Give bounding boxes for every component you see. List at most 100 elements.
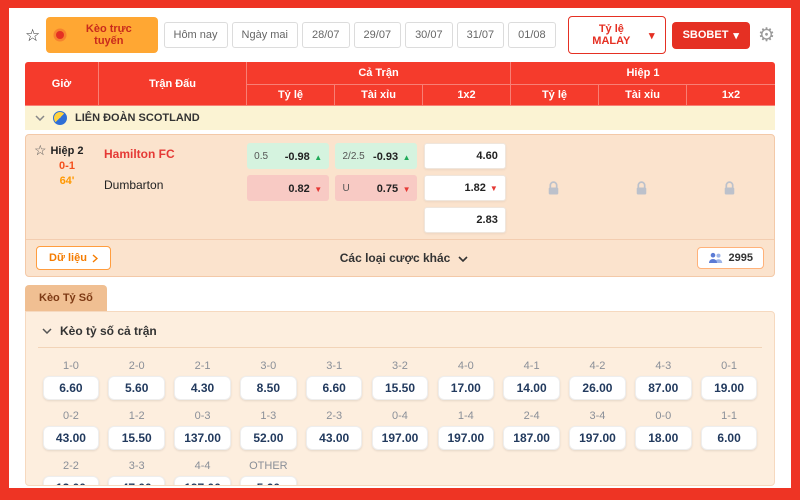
score-cell: 26.00 xyxy=(565,375,631,404)
score-label xyxy=(630,454,696,475)
score-odds-button[interactable]: 52.00 xyxy=(240,426,297,450)
score-odds-button[interactable]: 197.00 xyxy=(174,476,231,486)
odds-up-icon: ▲ xyxy=(403,153,411,162)
score-odds-button[interactable]: 6.60 xyxy=(43,376,100,400)
score-label: 0-2 xyxy=(38,404,104,425)
score-label: 1-2 xyxy=(104,404,170,425)
score-label xyxy=(367,454,433,475)
handicap-line: 0.5 xyxy=(254,151,268,162)
h1-overunder-locked xyxy=(597,143,685,233)
favorites-star-icon[interactable]: ☆ xyxy=(25,27,40,44)
score-odds-button[interactable]: 6.60 xyxy=(306,376,363,400)
score-odds-button[interactable]: 8.50 xyxy=(240,376,297,400)
score-label: 3-2 xyxy=(367,354,433,375)
chevron-down-icon: ▾ xyxy=(733,29,739,42)
date-tab[interactable]: 29/07 xyxy=(354,22,402,48)
score-label: 2-1 xyxy=(170,354,236,375)
app-window: ☆ Kèo trực tuyến Hôm nayNgày mai28/0729/… xyxy=(9,8,791,488)
data-button[interactable]: Dữ liệu xyxy=(36,246,111,270)
header-time: Giờ xyxy=(25,62,99,106)
handicap-away-odds[interactable]: 0.82 ▼ xyxy=(247,175,329,201)
score-odds-button[interactable]: 197.00 xyxy=(372,426,429,450)
over-odds[interactable]: 2/2.5 -0.93 ▲ xyxy=(335,143,417,169)
score-odds-button[interactable]: 87.00 xyxy=(635,376,692,400)
score-cell: 4.30 xyxy=(170,375,236,404)
date-tab[interactable]: 28/07 xyxy=(302,22,350,48)
1x2-home-odds[interactable]: 4.60 xyxy=(424,143,506,169)
under-value: 0.75 xyxy=(377,183,398,195)
ft-overunder-column: 2/2.5 -0.93 ▲ U 0.75 ▼ xyxy=(332,143,420,233)
score-cell xyxy=(499,475,565,486)
match-period: Hiệp 2 xyxy=(50,145,83,157)
header-full-time: Cả Trận xyxy=(247,62,511,85)
handicap-home-odds[interactable]: 0.5 -0.98 ▲ xyxy=(247,143,329,169)
score-label: 4-0 xyxy=(433,354,499,375)
score-cell xyxy=(565,475,631,486)
score-odds-button[interactable]: 12.00 xyxy=(43,476,100,486)
score-odds-button[interactable]: 18.00 xyxy=(635,426,692,450)
viewers-badge[interactable]: 2995 xyxy=(697,247,764,269)
under-odds[interactable]: U 0.75 ▼ xyxy=(335,175,417,201)
bookmaker-label: SBOBET xyxy=(683,29,729,41)
h1-1x2-locked xyxy=(686,143,774,233)
match-favorite-star-icon[interactable]: ☆ xyxy=(34,143,47,157)
score-odds-button[interactable]: 5.60 xyxy=(108,376,165,400)
score-label xyxy=(565,454,631,475)
score-odds-button[interactable]: 5.60 xyxy=(240,476,297,486)
date-tab[interactable]: Hôm nay xyxy=(164,22,228,48)
score-odds-button[interactable]: 47.00 xyxy=(108,476,165,486)
1x2-draw-odds[interactable]: 1.82 ▼ xyxy=(424,175,506,201)
score-cell: 19.00 xyxy=(696,375,762,404)
score-cell: 8.50 xyxy=(235,375,301,404)
date-tab[interactable]: 30/07 xyxy=(405,22,453,48)
score-label xyxy=(433,454,499,475)
score-odds-button[interactable]: 137.00 xyxy=(174,426,231,450)
chevron-down-icon xyxy=(458,256,468,262)
odds-format-dropdown[interactable]: Tỷ lệ MALAY ▾ xyxy=(568,16,666,54)
tab-correct-score[interactable]: Kèo Tỷ Số xyxy=(25,285,107,311)
score-label: OTHER xyxy=(235,454,301,475)
score-label: 4-4 xyxy=(170,454,236,475)
1x2-away-odds[interactable]: 2.83 xyxy=(424,207,506,233)
score-odds-button[interactable]: 15.50 xyxy=(108,426,165,450)
score-cell: 5.60 xyxy=(104,375,170,404)
score-cell: 17.00 xyxy=(433,375,499,404)
score-odds-button[interactable]: 26.00 xyxy=(569,376,626,400)
date-tab[interactable]: 01/08 xyxy=(508,22,556,48)
ft-handicap-column: 0.5 -0.98 ▲ 0.82 ▼ xyxy=(244,143,332,233)
date-tab[interactable]: Ngày mai xyxy=(232,22,298,48)
score-cell: 6.60 xyxy=(301,375,367,404)
score-cell: 18.00 xyxy=(630,425,696,454)
score-odds-button[interactable]: 4.30 xyxy=(174,376,231,400)
league-row[interactable]: LIÊN ĐOÀN SCOTLAND xyxy=(25,106,775,130)
odds-table-header: Giờ Trận Đấu Cả Trận Hiệp 1 Tỷ lệ Tài xỉ… xyxy=(25,62,775,106)
score-odds-button[interactable]: 6.00 xyxy=(701,426,758,450)
score-label: 0-3 xyxy=(170,404,236,425)
settings-gear-icon[interactable]: ⚙ xyxy=(758,26,775,45)
score-cell: 47.00 xyxy=(104,475,170,486)
score-odds-button[interactable]: 197.00 xyxy=(569,426,626,450)
overunder-line: 2/2.5 xyxy=(342,151,364,162)
score-label: 2-4 xyxy=(499,404,565,425)
score-cell: 6.00 xyxy=(696,425,762,454)
score-odds-button[interactable]: 15.50 xyxy=(372,376,429,400)
date-tabs: Hôm nayNgày mai28/0729/0730/0731/0701/08 xyxy=(164,22,556,48)
score-label: 1-4 xyxy=(433,404,499,425)
correct-score-panel: Kèo tỷ số cả trận 1-02-02-13-03-13-24-04… xyxy=(25,311,775,486)
ft-1x2-column: 4.60 1.82 ▼ 2.83 xyxy=(421,143,509,233)
score-odds-button[interactable]: 43.00 xyxy=(43,426,100,450)
live-odds-button[interactable]: Kèo trực tuyến xyxy=(46,17,157,53)
score-odds-button[interactable]: 19.00 xyxy=(701,376,758,400)
home-team-name: Hamilton FC xyxy=(104,147,244,161)
score-cell: 197.00 xyxy=(367,425,433,454)
bookmaker-dropdown[interactable]: SBOBET ▾ xyxy=(672,22,750,49)
score-panel-header[interactable]: Kèo tỷ số cả trận xyxy=(38,320,762,348)
score-odds-button[interactable]: 14.00 xyxy=(503,376,560,400)
other-bets-toggle[interactable]: Các loại cược khác xyxy=(111,251,697,265)
score-odds-button[interactable]: 17.00 xyxy=(438,376,495,400)
score-odds-button[interactable]: 43.00 xyxy=(306,426,363,450)
score-odds-button[interactable]: 187.00 xyxy=(503,426,560,450)
date-tab[interactable]: 31/07 xyxy=(457,22,505,48)
score-odds-button[interactable]: 197.00 xyxy=(438,426,495,450)
league-logo-icon xyxy=(53,111,67,125)
